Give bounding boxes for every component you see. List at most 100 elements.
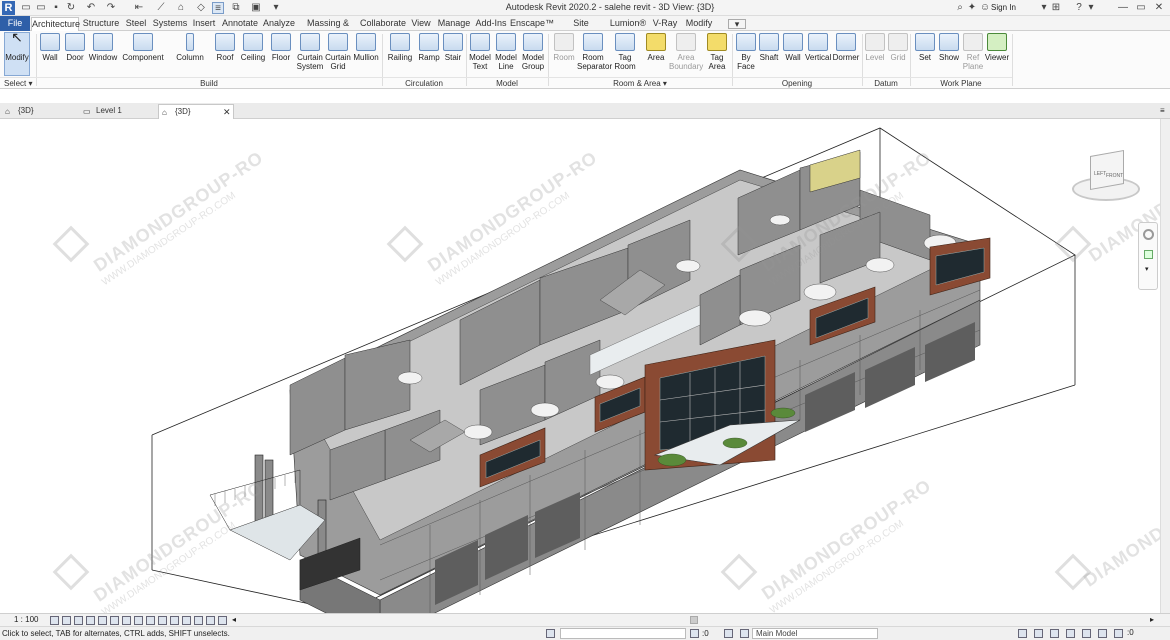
exchange-icon[interactable]: ✦ [966, 2, 978, 14]
visual-style-icon[interactable] [62, 616, 71, 625]
railing-button[interactable]: Railing [386, 33, 414, 62]
ramp-button[interactable]: Ramp [417, 33, 441, 62]
tab-analyze[interactable]: Analyze [262, 17, 296, 31]
open-icon[interactable]: ▭ [20, 2, 32, 14]
cart-icon[interactable]: ⊞ [1050, 2, 1062, 14]
steering-wheel-icon[interactable] [1143, 229, 1154, 240]
minimize-icon[interactable]: — [1117, 2, 1129, 14]
tab-vray[interactable]: V-Ray [650, 17, 680, 31]
tab-menu-icon[interactable]: ≡ [1160, 106, 1165, 115]
constraints-icon[interactable] [206, 616, 215, 625]
design-option-dropdown[interactable]: Main Model [752, 628, 878, 639]
editable-only-icon[interactable] [724, 629, 733, 638]
column-button[interactable]: Column [176, 33, 204, 62]
tag-area-button[interactable]: Tag Area [705, 33, 729, 71]
view-tab-3d[interactable]: ⌂ {3D} [2, 104, 78, 119]
vertical-button[interactable]: Vertical [805, 33, 831, 62]
tab-modify[interactable]: Modify [682, 17, 716, 31]
tab-structure[interactable]: Structure [82, 17, 120, 31]
view-tab-level-1[interactable]: ▭ Level 1 [80, 104, 156, 119]
tab-manage[interactable]: Manage [436, 17, 472, 31]
area-boundary-button[interactable]: Area Boundary [669, 33, 703, 71]
design-options-icon[interactable] [740, 629, 749, 638]
room-button[interactable]: Room [551, 33, 577, 62]
model-group-button[interactable]: Model Group [520, 33, 546, 71]
filter-icon[interactable] [690, 629, 699, 638]
user-icon[interactable]: ☺ [979, 2, 991, 14]
workset-dropdown[interactable] [560, 628, 686, 639]
view-cube-left[interactable]: LEFT [1094, 171, 1106, 177]
close-views-icon[interactable]: ⧉ [230, 2, 242, 14]
close-icon[interactable]: ✕ [1153, 2, 1165, 14]
crop-view-icon[interactable] [110, 616, 119, 625]
door-button[interactable]: Door [64, 33, 86, 62]
lock-3d-icon[interactable] [134, 616, 143, 625]
detail-level-icon[interactable] [50, 616, 59, 625]
close-tab-icon[interactable]: ✕ [223, 105, 231, 119]
tab-systems[interactable]: Systems [152, 17, 188, 31]
modify-button[interactable]: ↖ Modify [4, 30, 30, 76]
scroll-left-icon[interactable]: ◂ [232, 615, 236, 624]
dormer-button[interactable]: Dormer [832, 33, 860, 62]
tab-add-ins[interactable]: Add-Ins [474, 17, 508, 31]
view-tab-3d-active[interactable]: ⌂ {3D} ✕ [158, 104, 234, 119]
ribbon-options-icon[interactable]: ▾ [728, 19, 746, 29]
shaft-button[interactable]: Shaft [758, 33, 780, 62]
drawing-canvas[interactable]: DIAMONDGROUP-RO WWW.DIAMONDGROUP-RO.COM … [0, 119, 1160, 613]
tag-room-button[interactable]: Tag Room [613, 33, 637, 71]
view-cube-box[interactable] [1090, 150, 1124, 190]
mullion-button[interactable]: Mullion [352, 33, 380, 62]
set-button[interactable]: Set [914, 33, 936, 62]
tab-annotate[interactable]: Annotate [220, 17, 260, 31]
area-button[interactable]: Area [643, 33, 669, 62]
view-cube[interactable]: LEFT FRONT [1072, 149, 1142, 209]
roof-button[interactable]: Roof [213, 33, 237, 62]
vertical-scrollbar[interactable] [1160, 119, 1170, 613]
sign-in-link[interactable]: Sign In [991, 3, 1016, 12]
undo-icon[interactable]: ↶ [85, 2, 97, 14]
dropdown-arrow-icon[interactable]: ▾ [1038, 2, 1050, 14]
crop-region-icon[interactable] [122, 616, 131, 625]
info-search-icon[interactable]: ⌕ [954, 2, 966, 14]
tab-lumion[interactable]: Lumion® [608, 17, 648, 31]
highlight-displacement-icon[interactable] [194, 616, 203, 625]
worksets-icon[interactable] [546, 629, 555, 638]
filter-funnel-icon[interactable] [1114, 629, 1123, 638]
viewer-button[interactable]: Viewer [984, 33, 1010, 62]
3d-view-icon[interactable]: ⌂ [175, 2, 187, 14]
background-process-icon[interactable] [1098, 629, 1107, 638]
model-text-button[interactable]: Model Text [468, 33, 492, 71]
by-face-button[interactable]: By Face [734, 33, 758, 71]
curtain-grid-button[interactable]: Curtain Grid [324, 33, 352, 71]
select-by-face-icon[interactable] [1066, 629, 1075, 638]
shadows-icon[interactable] [86, 616, 95, 625]
tab-collaborate[interactable]: Collaborate [360, 17, 406, 31]
tab-architecture[interactable]: Architecture [31, 17, 80, 32]
drag-on-selection-icon[interactable] [1082, 629, 1091, 638]
revit-logo-icon[interactable]: R [2, 1, 15, 15]
tab-massing-site[interactable]: Massing & Site [298, 17, 358, 41]
show-button[interactable]: Show [937, 33, 961, 62]
select-links-icon[interactable] [1018, 629, 1027, 638]
curtain-system-button[interactable]: Curtain System [296, 33, 324, 71]
room-separator-button[interactable]: Room Separator [577, 33, 612, 71]
sync-icon[interactable]: ↻ [65, 2, 77, 14]
temp-hide-icon[interactable] [146, 616, 155, 625]
render-icon[interactable] [98, 616, 107, 625]
customize-qat-icon[interactable]: ▾ [270, 2, 282, 14]
room-area-panel-label[interactable]: Room & Area ▾ [548, 77, 732, 88]
help-icon[interactable]: ? [1073, 2, 1085, 14]
thin-lines-icon[interactable]: ≡ [212, 2, 224, 14]
opening-wall-button[interactable]: Wall [782, 33, 804, 62]
redo-icon[interactable]: ↷ [105, 2, 117, 14]
tab-steel[interactable]: Steel [122, 17, 150, 31]
tab-insert[interactable]: Insert [190, 17, 218, 31]
scale-text[interactable]: 1 : 100 [14, 615, 38, 624]
worksharing-icon[interactable] [170, 616, 179, 625]
view-cube-front[interactable]: FRONT [1106, 173, 1123, 179]
model-line-button[interactable]: Model Line [494, 33, 518, 71]
ceiling-button[interactable]: Ceiling [239, 33, 267, 62]
tab-enscape[interactable]: Enscape™ [510, 17, 554, 31]
component-button[interactable]: Component [122, 33, 164, 62]
scroll-right-icon[interactable]: ▸ [1150, 615, 1154, 624]
